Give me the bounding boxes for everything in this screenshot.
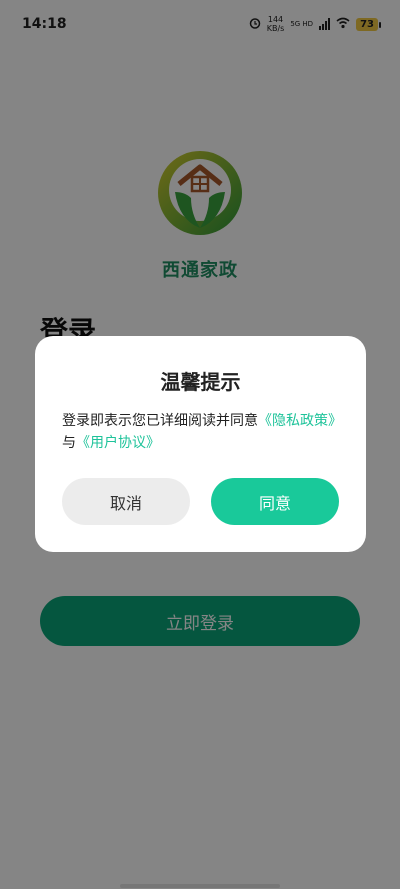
agree-button[interactable]: 同意	[211, 478, 339, 525]
dialog-actions: 取消 同意	[62, 478, 339, 525]
privacy-policy-link[interactable]: 《隐私政策》	[258, 413, 342, 429]
cancel-button[interactable]: 取消	[62, 478, 190, 525]
dialog-message: 登录即表示您已详细阅读并同意《隐私政策》 与《用户协议》	[62, 410, 344, 454]
dialog-message-text: 登录即表示您已详细阅读并同意	[62, 413, 258, 429]
dialog-conjunction: 与	[62, 435, 76, 451]
home-indicator[interactable]	[120, 884, 280, 888]
dialog-title: 温馨提示	[160, 370, 241, 394]
privacy-dialog: 温馨提示 登录即表示您已详细阅读并同意《隐私政策》 与《用户协议》 取消 同意	[35, 336, 366, 552]
user-agreement-link[interactable]: 《用户协议》	[76, 435, 160, 451]
